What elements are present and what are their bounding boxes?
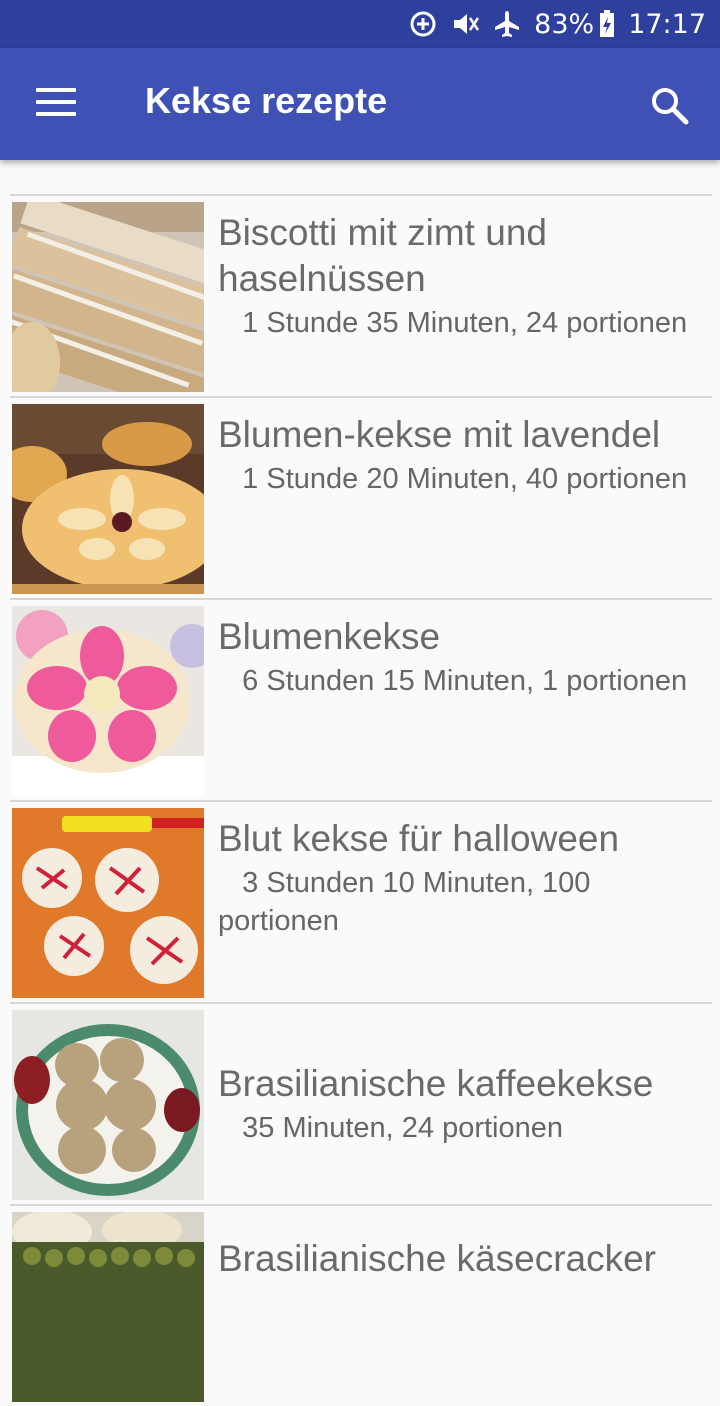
menu-icon[interactable] <box>36 88 76 120</box>
recipe-image <box>12 808 204 998</box>
mute-icon <box>450 9 480 39</box>
recipe-image <box>12 1010 204 1200</box>
recipe-list: Biscotti mit zimt und haselnüssen 1 Stun… <box>10 194 712 1406</box>
data-saver-icon <box>408 9 438 39</box>
recipe-details: 3 Stunden 10 Minuten, 100 portionen <box>218 867 591 937</box>
battery-percent: 83% <box>534 8 595 40</box>
recipe-item[interactable]: Biscotti mit zimt und haselnüssen 1 Stun… <box>10 194 712 396</box>
recipe-title: Blumen-kekse mit lavendel <box>218 414 661 455</box>
recipe-text: Blut kekse für halloween 3 Stunden 10 Mi… <box>218 816 706 940</box>
recipe-image <box>12 606 204 796</box>
recipe-text: Brasilianische kaffeekekse 35 Minuten, 2… <box>218 1061 706 1147</box>
recipe-title: Brasilianische käsecracker <box>218 1238 657 1279</box>
recipe-title: Biscotti mit zimt und haselnüssen <box>218 212 547 299</box>
recipe-image <box>12 404 204 594</box>
battery-charging-icon <box>598 9 616 39</box>
page-title: Kekse rezepte <box>145 80 388 121</box>
recipe-item[interactable]: Brasilianische käsecracker <box>10 1204 712 1406</box>
recipe-text: Blumen-kekse mit lavendel 1 Stunde 20 Mi… <box>218 412 706 498</box>
app-bar: Kekse rezepte <box>0 48 720 160</box>
status-bar: 83% 17:17 <box>0 0 720 48</box>
recipe-item[interactable]: Blumen-kekse mit lavendel 1 Stunde 20 Mi… <box>10 396 712 598</box>
recipe-details: 1 Stunde 20 Minuten, 40 portionen <box>218 463 688 495</box>
airplane-mode-icon <box>492 9 522 39</box>
recipe-item[interactable]: Blumenkekse 6 Stunden 15 Minuten, 1 port… <box>10 598 712 800</box>
recipe-details: 35 Minuten, 24 portionen <box>218 1112 564 1144</box>
recipe-text: Brasilianische käsecracker <box>218 1236 706 1282</box>
recipe-item[interactable]: Blut kekse für halloween 3 Stunden 10 Mi… <box>10 800 712 1002</box>
recipe-title: Blut kekse für halloween <box>218 818 620 859</box>
recipe-text: Blumenkekse 6 Stunden 15 Minuten, 1 port… <box>218 614 706 700</box>
recipe-title: Brasilianische kaffeekekse <box>218 1063 654 1104</box>
recipe-details: 1 Stunde 35 Minuten, 24 portionen <box>218 307 688 339</box>
recipe-title: Blumenkekse <box>218 616 441 657</box>
recipe-text: Biscotti mit zimt und haselnüssen 1 Stun… <box>218 210 706 342</box>
recipe-details: 6 Stunden 15 Minuten, 1 portionen <box>218 665 688 697</box>
clock: 17:17 <box>628 8 706 40</box>
search-icon[interactable] <box>648 84 692 128</box>
recipe-item[interactable]: Brasilianische kaffeekekse 35 Minuten, 2… <box>10 1002 712 1204</box>
recipe-image <box>12 1212 204 1402</box>
recipe-image <box>12 202 204 392</box>
